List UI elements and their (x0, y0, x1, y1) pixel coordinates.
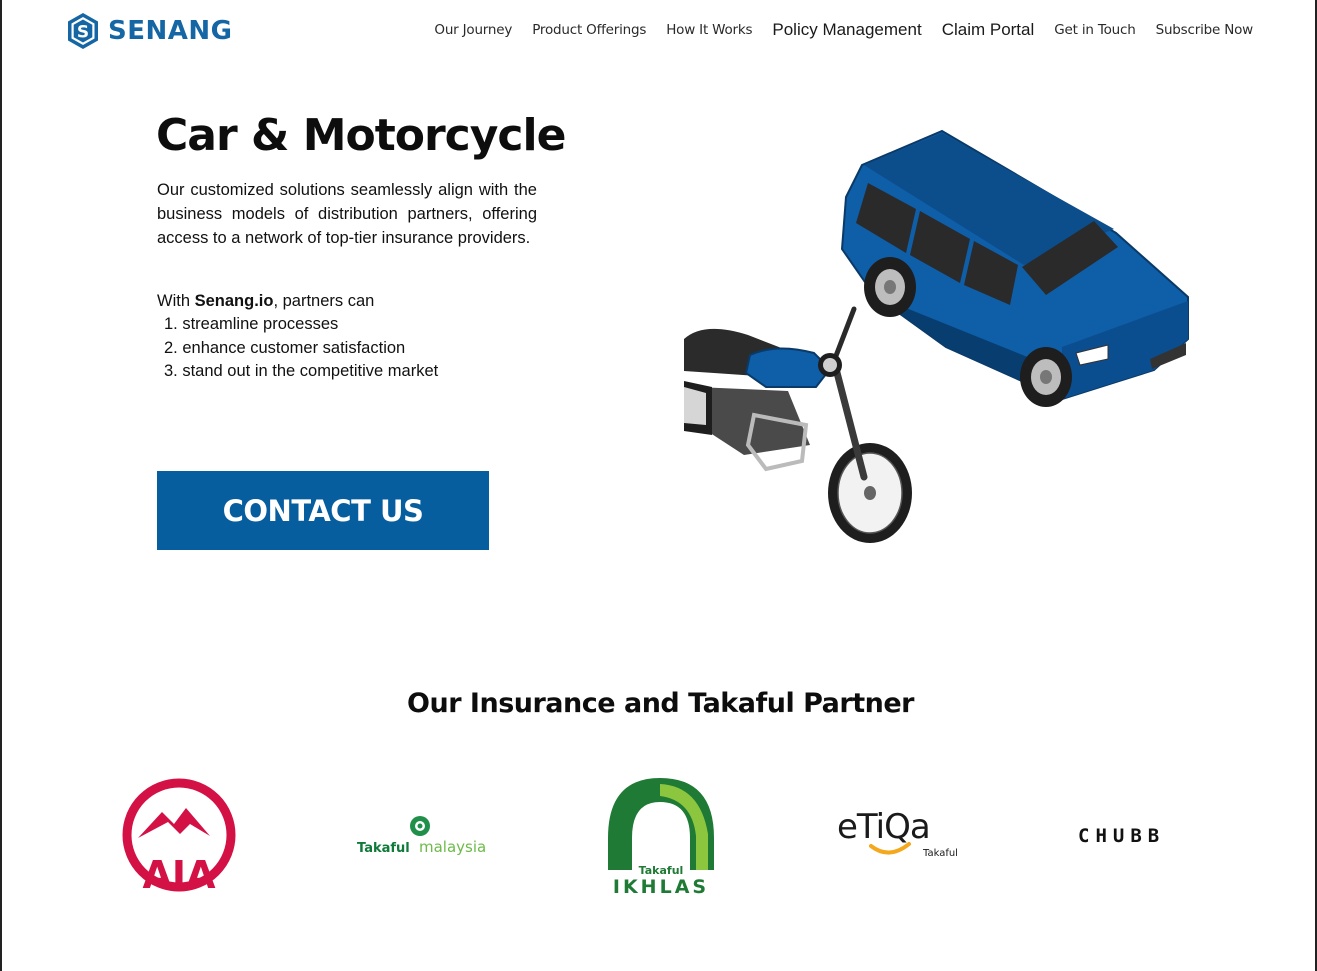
car-and-motorcycle-illustration (684, 129, 1189, 543)
partners-heading: Our Insurance and Takaful Partner (407, 688, 914, 719)
takaful-ikhlas-logo-icon: Takaful IKHLAS (608, 778, 714, 898)
nav-policy-management[interactable]: Policy Management (772, 20, 921, 40)
benefit-item: 2. enhance customer satisfaction (164, 338, 406, 357)
hero-description: Our customized solutions seamlessly alig… (157, 181, 537, 247)
intro-suffix: , partners can (273, 292, 375, 310)
main-nav: Our Journey Product Offerings How It Wor… (434, 20, 1253, 40)
etiqa-takaful-text: Takaful (922, 848, 958, 859)
chubb-text: CHUBB (1078, 825, 1165, 847)
benefit-item: 1. streamline processes (164, 315, 339, 333)
partner-chubb[interactable]: CHUBB (1078, 822, 1206, 850)
partner-aia[interactable]: AIA (120, 776, 238, 898)
senang-logo-icon: S (68, 13, 98, 49)
nav-get-in-touch[interactable]: Get in Touch (1054, 22, 1135, 38)
motorcycle-icon (684, 306, 912, 543)
brand-logo[interactable]: S SENANG (66, 11, 232, 51)
chubb-logo-icon: CHUBB (1078, 825, 1165, 847)
aia-logo-text: AIA (143, 853, 217, 897)
etiqa-text: eTiQa (837, 807, 930, 847)
ikhlas-text: IKHLAS (613, 876, 709, 898)
nav-claim-portal[interactable]: Claim Portal (942, 20, 1035, 40)
nav-product-offerings[interactable]: Product Offerings (532, 22, 646, 38)
partner-takaful-ikhlas[interactable]: Takaful IKHLAS (600, 774, 722, 898)
partner-takaful-malaysia[interactable]: Takaful malaysia (357, 810, 489, 860)
aia-logo-icon: AIA (122, 778, 236, 897)
intro-prefix: With (157, 292, 195, 310)
malaysia-word: malaysia (419, 838, 486, 856)
brand-name: SENANG (108, 16, 233, 46)
nav-how-it-works[interactable]: How It Works (666, 22, 752, 38)
benefit-item: 3. stand out in the competitive market (164, 362, 439, 380)
partners-intro: With Senang.io, partners can (157, 289, 374, 313)
logo-letter: S (77, 23, 89, 43)
intro-brand: Senang.io (194, 292, 274, 310)
page-title: Car & Motorcycle (156, 110, 566, 161)
nav-our-journey[interactable]: Our Journey (434, 22, 512, 38)
takaful-malaysia-logo-icon: Takaful malaysia (357, 816, 486, 856)
takaful-word: Takaful (357, 841, 410, 856)
contact-us-button[interactable]: CONTACT US (157, 471, 489, 550)
partner-etiqa-takaful[interactable]: eTiQa Takaful (837, 802, 967, 862)
etiqa-logo-icon: eTiQa Takaful (837, 807, 958, 859)
suv-car-icon (840, 129, 1189, 407)
nav-subscribe-now[interactable]: Subscribe Now (1156, 22, 1254, 38)
benefits-list: 1. streamline processes 2. enhance custo… (164, 313, 438, 384)
